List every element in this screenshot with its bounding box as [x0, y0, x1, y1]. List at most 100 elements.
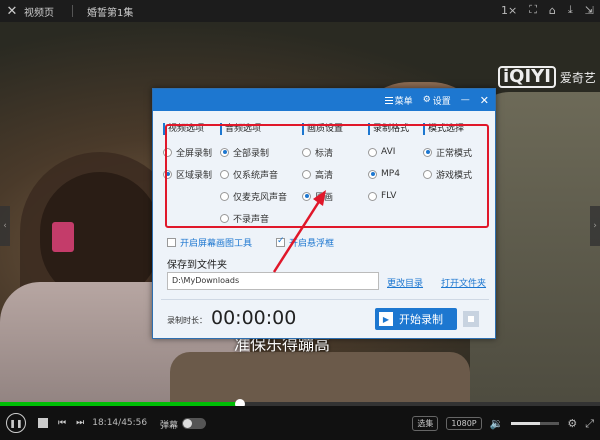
radio-option[interactable]: AVI — [368, 143, 409, 161]
radio-button[interactable] — [302, 169, 311, 179]
radio-option[interactable]: MP4 — [368, 165, 409, 183]
brand-watermark: iQIYI 爱奇艺 — [498, 66, 596, 88]
stop-recording-button[interactable] — [463, 311, 479, 327]
radio-label: 标清 — [315, 148, 334, 159]
radio-button[interactable] — [220, 191, 229, 201]
settings-button[interactable]: ⚙ 设置 — [423, 94, 451, 107]
option-column: 画质设置标清高清原画 — [302, 123, 343, 209]
fullscreen-toggle-icon[interactable]: ⤢ — [585, 417, 594, 431]
radio-label: 原画 — [315, 192, 334, 203]
right-controls: 选集 1080P 🔉 ⚙ ⤢ — [412, 416, 594, 431]
radio-button[interactable] — [423, 147, 432, 157]
column-heading: 模式选择 — [423, 123, 472, 135]
window-controls: 1× ⛶ ⌂ ⤓ ⇲ — [501, 3, 594, 17]
radio-option[interactable]: 游戏模式 — [423, 165, 472, 183]
volume-slider[interactable] — [511, 422, 560, 425]
radio-label: MP4 — [381, 169, 400, 179]
radio-option[interactable]: 全部录制 — [220, 143, 287, 161]
radio-button[interactable] — [220, 213, 229, 223]
radio-button[interactable] — [220, 147, 229, 157]
brand-logo: iQIYI — [498, 66, 556, 88]
radio-label: AVI — [381, 147, 396, 157]
time-display: 18:14/45:56 — [92, 418, 148, 428]
radio-button[interactable] — [302, 191, 311, 201]
menu-button[interactable]: 菜单 — [384, 94, 413, 107]
option-column: 音频选项全部录制仅系统声音仅麦克风声音不录声音 — [220, 123, 287, 231]
settings-gear-icon[interactable]: ⚙ — [567, 417, 577, 430]
stop-button[interactable] — [38, 418, 48, 428]
stop-icon — [468, 316, 474, 322]
speed-button[interactable]: 1× — [501, 4, 517, 17]
checkbox-row: 开启屏幕画图工具 开启悬浮框 — [167, 236, 334, 249]
option-column: 模式选择正常模式游戏模式 — [423, 123, 472, 187]
radio-button[interactable] — [163, 147, 172, 157]
radio-option[interactable]: 正常模式 — [423, 143, 472, 161]
radio-label: 游戏模式 — [436, 170, 473, 181]
record-time-label: 录制时长： — [167, 316, 207, 325]
change-directory-link[interactable]: 更改目录 — [387, 276, 423, 289]
save-path-field[interactable]: D:\MyDownloads — [167, 272, 379, 290]
radio-label: 全部录制 — [233, 148, 270, 159]
folder-links: 更改目录 打开文件夹 — [387, 276, 486, 289]
radio-label: 区域录制 — [176, 170, 213, 181]
download-icon[interactable]: ⤓ — [568, 3, 573, 17]
dialog-title-bar: 菜单 ⚙ 设置 — ✕ — [153, 89, 495, 111]
radio-button[interactable] — [368, 191, 377, 201]
option-column: 视频选项全屏录制区域录制 — [163, 123, 212, 187]
top-bar: ✕ 视频页 婚誓第1集 1× ⛶ ⌂ ⤓ ⇲ — [0, 0, 600, 22]
radio-option[interactable]: FLV — [368, 187, 409, 205]
right-arrow-icon[interactable]: › — [590, 206, 600, 246]
radio-button[interactable] — [368, 169, 377, 179]
radio-button[interactable] — [302, 147, 311, 157]
radio-label: FLV — [381, 191, 397, 201]
quality-button[interactable]: 1080P — [446, 417, 482, 430]
radio-button[interactable] — [368, 147, 377, 157]
scene-hair-tie — [52, 222, 74, 252]
gear-icon: ⚙ — [422, 95, 431, 105]
pin-icon[interactable]: ⌂ — [549, 4, 556, 17]
open-folder-link[interactable]: 打开文件夹 — [441, 276, 486, 289]
column-heading: 视频选项 — [163, 123, 212, 135]
float-window-checkbox[interactable]: 开启悬浮框 — [276, 236, 334, 249]
pause-button[interactable]: ❚❚ — [6, 413, 26, 433]
radio-button[interactable] — [220, 169, 229, 179]
radio-label: 不录声音 — [233, 214, 270, 225]
column-heading: 画质设置 — [302, 123, 343, 135]
play-icon: ▶ — [379, 312, 393, 326]
danmu-toggle[interactable] — [182, 418, 206, 429]
radio-option[interactable]: 仅系统声音 — [220, 165, 287, 183]
close-icon[interactable]: ✕ — [4, 3, 20, 19]
close-icon[interactable]: ✕ — [480, 94, 489, 107]
radio-option[interactable]: 原画 — [302, 187, 343, 205]
radio-option[interactable]: 标清 — [302, 143, 343, 161]
brand-text: 爱奇艺 — [559, 70, 596, 85]
radio-button[interactable] — [423, 169, 432, 179]
minimize-icon[interactable]: — — [461, 95, 470, 105]
screen-draw-tool-checkbox[interactable]: 开启屏幕画图工具 — [167, 236, 252, 249]
radio-label: 高清 — [315, 170, 334, 181]
radio-option[interactable]: 不录声音 — [220, 209, 287, 227]
radio-label: 正常模式 — [436, 148, 473, 159]
screenshot-icon[interactable]: ⛶ — [529, 3, 537, 17]
start-recording-button[interactable]: ▶ 开始录制 — [375, 308, 457, 330]
back-to-video-page-link[interactable]: 视频页 — [24, 4, 54, 19]
fullscreen-icon[interactable]: ⇲ — [585, 4, 594, 17]
save-folder-label: 保存到文件夹 — [167, 260, 227, 271]
column-heading: 音频选项 — [220, 123, 287, 135]
episode-select-button[interactable]: 选集 — [412, 416, 439, 431]
previous-icon[interactable]: ⏮ — [58, 418, 66, 428]
divider — [161, 299, 489, 300]
radio-label: 仅系统声音 — [233, 170, 279, 181]
radio-button[interactable] — [163, 169, 172, 179]
next-icon[interactable]: ⏭ — [76, 418, 84, 428]
volume-icon[interactable]: 🔉 — [490, 417, 504, 430]
episode-title: 婚誓第1集 — [87, 7, 134, 19]
radio-option[interactable]: 全屏录制 — [163, 143, 212, 161]
menu-icon — [384, 96, 393, 104]
radio-option[interactable]: 仅麦克风声音 — [220, 187, 287, 205]
left-arrow-icon[interactable]: ‹ — [0, 206, 10, 246]
record-timer: 00:00:00 — [211, 307, 297, 329]
radio-option[interactable]: 区域录制 — [163, 165, 212, 183]
radio-option[interactable]: 高清 — [302, 165, 343, 183]
column-heading: 录制格式 — [368, 123, 409, 135]
